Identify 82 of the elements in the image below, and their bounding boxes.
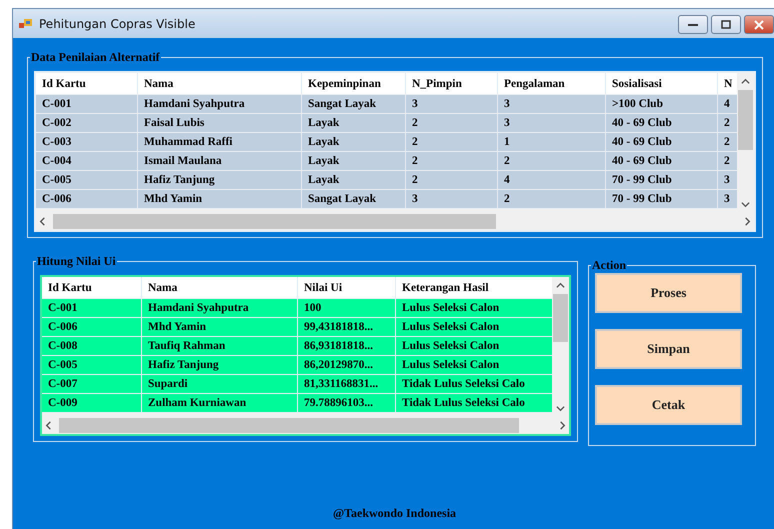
chevron-up-icon[interactable] [741,77,750,86]
table-cell: Hafiz Tanjung [142,356,298,374]
table-cell: C-005 [42,356,142,374]
group-title: Action [591,258,627,273]
table-cell: 99,43181818... [298,318,396,336]
table-cell: 3 [498,95,606,113]
table-cell: Muhammad Raffi [138,133,302,151]
chevron-left-icon[interactable] [44,421,53,430]
maximize-button[interactable] [711,15,741,34]
table-cell: 2 [406,133,498,151]
table-cell: Hamdani Syahputra [138,95,302,113]
action-button[interactable]: Proses [595,273,742,313]
scroll-thumb[interactable] [738,90,753,150]
table-cell: >100 Club [606,95,718,113]
table-cell: Layak [302,152,406,170]
table-cell: Zulham Kurniawan [142,394,298,412]
table-cell: 40 - 69 Club [606,152,718,170]
group-title: Data Penilaian Alternatif [30,50,161,65]
table-cell: 70 - 99 Club [606,171,718,189]
chevron-down-icon[interactable] [741,200,750,209]
chevron-right-icon[interactable] [558,421,567,430]
close-button[interactable] [744,15,774,34]
maximize-icon [721,20,731,29]
minimize-button[interactable] [678,15,708,34]
group-title: Hitung Nilai Ui [36,254,117,269]
table-cell: 70 - 99 Club [606,190,718,208]
action-button[interactable]: Cetak [595,385,742,425]
table-cell: 2 [406,114,498,132]
table-cell: 3 [498,114,606,132]
table-cell: Taufiq Rahman [142,337,298,355]
chevron-up-icon[interactable] [556,281,565,290]
footer-text: @Taekwondo Indonesia [332,506,456,521]
table-cell: 2 [406,152,498,170]
action-button[interactable]: Simpan [595,329,742,369]
chevron-left-icon[interactable] [38,217,47,226]
table-cell: C-001 [42,299,142,317]
table-cell: 4 [498,171,606,189]
app-icon [19,18,33,30]
table-cell: 2 [498,190,606,208]
minimize-icon [688,22,698,26]
table-cell: C-008 [42,337,142,355]
table-cell: 40 - 69 Club [606,114,718,132]
table-cell: Sangat Layak [302,190,406,208]
chevron-down-icon[interactable] [556,404,565,413]
table-cell: 2 [406,171,498,189]
table-cell: 1 [498,133,606,151]
table-cell: Supardi [142,375,298,393]
table-cell: 79.78896103... [298,394,396,412]
table-cell: Sangat Layak [302,95,406,113]
table-cell: 2 [498,152,606,170]
close-icon [754,20,764,30]
table-cell: Layak [302,114,406,132]
table-cell: Hamdani Syahputra [142,299,298,317]
table-cell: Hafiz Tanjung [138,171,302,189]
table-cell: 40 - 69 Club [606,133,718,151]
table-cell: 3 [406,190,498,208]
table-cell: Mhd Yamin [138,190,302,208]
table-cell: C-006 [36,190,138,208]
table-cell: Mhd Yamin [142,318,298,336]
table-cell: Layak [302,133,406,151]
table-cell: C-006 [42,318,142,336]
table-cell: C-005 [36,171,138,189]
data-grid[interactable] [40,275,571,436]
scroll-thumb[interactable] [59,418,520,433]
table-cell: Layak [302,171,406,189]
table-cell: C-007 [42,375,142,393]
scroll-thumb[interactable] [53,214,496,229]
table-cell: C-003 [36,133,138,151]
table-cell: C-004 [36,152,138,170]
table-cell: Ismail Maulana [138,152,302,170]
table-cell: C-009 [42,394,142,412]
scroll-thumb[interactable] [553,294,568,342]
table-cell: 100 [298,299,396,317]
table-cell: 86,93181818... [298,337,396,355]
table-cell: Faisal Lubis [138,114,302,132]
window-title: Pehitungan Copras Visible [39,16,196,30]
table-cell: C-001 [36,95,138,113]
table-cell: 86,20129870... [298,356,396,374]
table-cell: 3 [406,95,498,113]
chevron-right-icon[interactable] [743,217,752,226]
table-cell: C-002 [36,114,138,132]
table-cell: 81,331168831... [298,375,396,393]
